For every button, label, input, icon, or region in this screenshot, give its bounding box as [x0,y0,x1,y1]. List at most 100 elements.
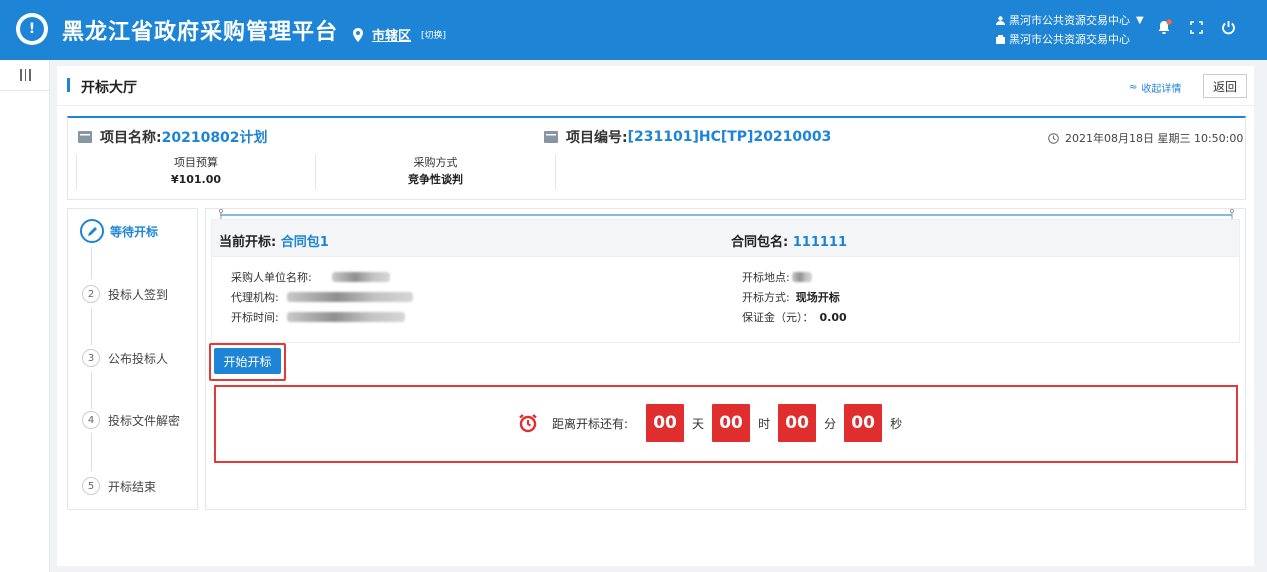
project-code: 项目编号: [231101]HC[TP]20210003 [544,127,831,147]
region-link[interactable]: 市辖区 [372,25,411,44]
step-connector [91,433,92,471]
project-datetime: 2021年08月18日 星期三 10:50:00 [1048,130,1243,146]
step-label: 投标文件解密 [108,413,181,428]
stat-value: ¥101.00 [170,173,222,186]
countdown-label: 距离开标还有: [552,416,629,431]
user-org-top: 黑河市公共资源交易中心 [1009,14,1130,27]
redacted-value [286,292,413,302]
step-decrypt[interactable]: 4 投标文件解密 [80,411,180,429]
back-button[interactable]: 返回 [1203,74,1247,98]
step-label: 等待开标 [110,224,159,239]
countdown-seconds: 00 [844,404,883,442]
user-org-bottom: 黑河市公共资源交易中心 [1009,33,1130,46]
step-finish[interactable]: 5 开标结束 [80,477,156,495]
agency-row: 代理机构: [231,289,413,305]
menu-toggle-icon[interactable] [20,69,32,82]
time-label: 开标时间: [231,311,279,324]
project-stats: 项目预算 ¥101.00 采购方式 竞争性谈判 [76,154,556,190]
step-number: 4 [82,411,100,429]
step-label: 公布投标人 [108,351,169,366]
power-icon[interactable] [1219,18,1237,36]
buyer-label: 采购人单位名称: [231,271,312,284]
project-name: 项目名称: 20210802计划 [78,127,268,147]
hours-unit: 时 [758,416,771,431]
countdown-minutes: 00 [778,404,817,442]
chevron-down-icon[interactable]: ▼ [1136,11,1144,30]
page-title: 开标大厅 [81,80,137,96]
project-card: 项目名称: 20210802计划 项目编号: [231101]HC[TP]202… [67,116,1246,200]
bid-opening-content: 当前开标: 合同包1 合同包名: 111111 采购人单位名称: 代理机构: 开… [205,208,1246,510]
stat-label: 项目预算 [174,156,218,169]
user-icon [996,16,1005,25]
project-code-value: [231101]HC[TP]20210003 [627,129,832,145]
region-selector: 市辖区 [切换] [352,25,446,44]
stat-budget: 项目预算 ¥101.00 [76,154,316,190]
building-icon [996,35,1005,44]
seconds-unit: 秒 [890,416,903,431]
project-name-label: 项目名称: [100,130,162,146]
app-title: 黑龙江省政府采购管理平台 [62,20,339,45]
deposit-row: 保证金（元）： 0.00 [742,309,847,325]
start-opening-button[interactable]: 开始开标 [214,348,281,374]
countdown-panel: 距离开标还有: 00 天 00 时 00 分 00 秒 [214,385,1238,463]
deposit-label: 保证金（元）： [742,311,814,324]
datetime-text: 2021年08月18日 星期三 10:50:00 [1065,132,1244,145]
step-label: 开标结束 [108,479,157,494]
step-list: 等待开标 2 投标人签到 3 公布投标人 4 投标文件解密 5 开标结束 [67,208,198,510]
step-number: 3 [82,349,100,367]
start-button-highlight: 开始开标 [209,343,286,381]
bell-icon[interactable] [1155,18,1173,36]
stat-method: 采购方式 竞争性谈判 [316,154,556,190]
title-accent [67,78,70,92]
location-pin-icon [353,27,363,42]
collapse-label: 收起详情 [1141,84,1182,95]
divider [220,214,1232,216]
package-name: 合同包名: 111111 [731,235,848,250]
project-name-value: 20210802计划 [161,130,268,146]
stat-value: 竞争性谈判 [408,173,463,186]
agency-label: 代理机构: [231,291,279,304]
fullscreen-icon[interactable] [1187,18,1205,36]
step-publish[interactable]: 3 公布投标人 [80,349,168,367]
stat-label: 采购方式 [413,156,458,169]
package-details: 采购人单位名称: 代理机构: 开标时间: 开标地点: 开标方式: 现场开标 保证… [211,257,1240,343]
days-unit: 天 [692,416,705,431]
redacted-value [791,272,812,282]
step-number: 2 [82,285,100,303]
current-package-header: 当前开标: 合同包1 合同包名: 111111 [211,219,1240,257]
divider [0,90,50,91]
step-connector [91,247,92,279]
step-sign-in[interactable]: 2 投标人签到 [80,285,168,303]
step-label: 投标人签到 [108,287,169,302]
switch-region-link[interactable]: [切换] [421,28,446,41]
place-row: 开标地点: [742,269,812,285]
clock-icon [1048,132,1059,144]
page-header: 开标大厅 ≈ 收起详情 返回 [57,66,1254,106]
step-connector [91,371,92,409]
collapse-details-link[interactable]: ≈ 收起详情 [1129,80,1181,95]
double-chevron-up-icon: ≈ [1129,82,1138,93]
top-bar: ! 黑龙江省政府采购管理平台 市辖区 [切换] 黑河市公共资源交易中心 ▼ 黑河… [0,0,1267,60]
logo-glyph: ! [20,17,44,41]
redacted-value [331,272,390,282]
user-info[interactable]: 黑河市公共资源交易中心 ▼ 黑河市公共资源交易中心 [996,11,1144,49]
step-connector [91,307,92,345]
current-package: 当前开标: 合同包1 [219,235,329,250]
countdown-hours: 00 [712,404,751,442]
mode-value: 现场开标 [795,291,840,304]
place-label: 开标地点: [742,271,790,284]
deposit-value: 0.00 [819,310,847,324]
package-name-value: 111111 [792,235,848,250]
main-panel: 开标大厅 ≈ 收起详情 返回 项目名称: 20210802计划 项目编号: [2… [57,66,1254,566]
mode-label: 开标方式: [742,291,790,304]
logo: ! [16,13,48,45]
project-code-label: 项目编号: [566,130,628,146]
current-package-value: 合同包1 [280,235,329,250]
step-number: 5 [82,477,100,495]
folder-icon [78,131,92,143]
minutes-unit: 分 [824,416,837,431]
countdown-days: 00 [646,404,685,442]
folder-icon [544,131,558,143]
step-waiting[interactable]: 等待开标 [80,219,158,243]
left-rail [0,60,50,572]
